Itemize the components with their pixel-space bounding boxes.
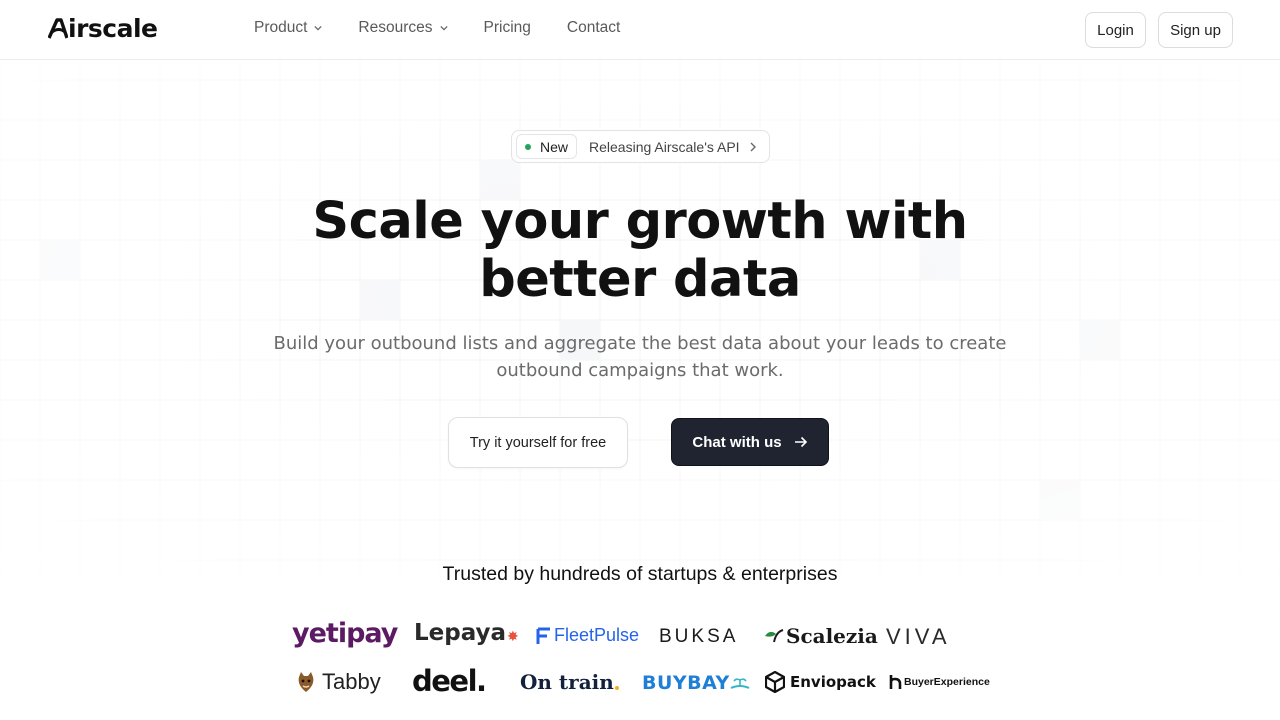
headline-line-2: better data <box>479 250 801 309</box>
logo-enviopack-text: Enviopack <box>790 673 876 691</box>
leaf-icon <box>765 629 784 643</box>
new-tag: New <box>516 134 578 159</box>
main-nav: Product Resources Pricing Contact <box>254 19 656 37</box>
announcement-text: Releasing Airscale's API <box>589 138 740 155</box>
headline-line-1: Scale your growth with <box>312 192 968 251</box>
logo-scalezia: Scalezia <box>764 624 878 648</box>
nav-product[interactable]: Product <box>254 19 323 37</box>
logo-scalezia-text: Scalezia <box>786 624 878 648</box>
nav-contact-label: Contact <box>566 19 621 36</box>
nav-contact[interactable]: Contact <box>567 19 620 37</box>
logo-ontrain-text: On train <box>520 670 614 694</box>
logo-viva: VIVA <box>886 624 951 649</box>
nav-resources-label: Resources <box>358 19 433 36</box>
island-icon <box>730 678 750 689</box>
logo-buyerexperience-text: BuyerExperience <box>904 676 990 688</box>
site-header: irscale Product Resources Pricing Contac… <box>0 0 1280 60</box>
trusted-heading: Trusted by hundreds of startups & enterp… <box>442 563 838 585</box>
logo-buyerexperience: BuyerExperience <box>889 674 990 690</box>
login-button[interactable]: Login <box>1085 12 1146 48</box>
chevron-down-icon <box>439 25 448 31</box>
logo-buybay-text: BUYBAY <box>642 672 730 694</box>
logo-buybay: BUYBAY <box>642 672 750 694</box>
asterisk-icon: ✸ <box>507 627 519 644</box>
announcement-badge[interactable]: New Releasing Airscale's API <box>511 130 770 163</box>
arrow-right-icon <box>794 436 807 448</box>
logo-deel: deel. <box>412 664 487 698</box>
airscale-logo[interactable]: irscale <box>48 14 158 43</box>
logo-tabby-text: Tabby <box>322 669 381 694</box>
status-dot <box>525 143 531 150</box>
subtitle-line-1: Build your outbound lists and aggregate … <box>273 333 1007 354</box>
signup-button[interactable]: Sign up <box>1158 12 1233 48</box>
logo-fleetpulse-text: FleetPulse <box>554 625 640 645</box>
logo-tabby: Tabby <box>296 669 381 695</box>
logo-fleetpulse: FleetPulse <box>536 625 639 646</box>
new-tag-label: New <box>540 138 569 155</box>
logo-ontrain: On train <box>520 670 619 694</box>
subtitle-line-2: outbound campaigns that work. <box>496 360 784 381</box>
logo-lepaya-text: Lepaya <box>414 620 507 646</box>
chevron-right-icon <box>750 142 756 151</box>
logo-buksa: BUKSA <box>659 626 739 647</box>
chat-button-label: Chat with us <box>692 433 782 451</box>
hero-subtitle: Build your outbound lists and aggregate … <box>240 330 1040 384</box>
airscale-logo-icon <box>48 17 68 39</box>
fleetpulse-icon <box>536 627 550 644</box>
nav-resources[interactable]: Resources <box>358 19 448 37</box>
chat-with-us-button[interactable]: Chat with us <box>671 418 829 466</box>
logo-lepaya: Lepaya ✸ <box>414 620 519 646</box>
nav-pricing[interactable]: Pricing <box>484 19 531 37</box>
try-free-button[interactable]: Try it yourself for free <box>448 417 628 468</box>
box-icon <box>765 671 785 693</box>
logo-yetipay: yetipay <box>292 618 398 649</box>
hero-headline: Scale your growth with better data <box>240 193 1040 309</box>
nav-product-label: Product <box>254 19 308 36</box>
chevron-down-icon <box>314 25 323 31</box>
logo-text: irscale <box>68 14 158 43</box>
logo-enviopack: Enviopack <box>765 671 876 693</box>
nav-pricing-label: Pricing <box>483 19 531 36</box>
cat-icon <box>298 672 314 692</box>
ontrain-dot <box>614 686 619 690</box>
buyerexperience-icon <box>889 675 902 689</box>
